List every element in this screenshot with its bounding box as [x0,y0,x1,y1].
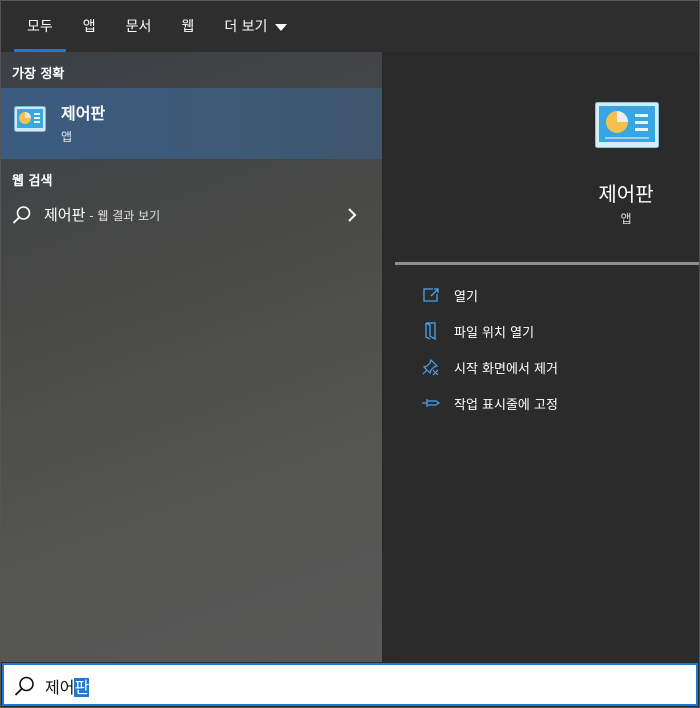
web-search-suffix: - 웹 결과 보기 [85,209,161,223]
unpin-icon [421,357,441,377]
action-label: 시작 화면에서 제거 [454,361,558,377]
search-input[interactable]: 제어판 [45,674,90,698]
action-open-file-location[interactable]: 파일 위치 열기 [421,319,534,343]
tab-label: 문서 [125,19,152,35]
web-search-result[interactable]: 제어판 - 웹 결과 보기 [0,200,382,230]
search-box[interactable]: 제어판 [2,663,698,706]
filter-tabs: 모두 앱 문서 웹 더 보기 [0,0,700,52]
chevron-down-icon [275,23,288,31]
tab-label: 앱 [82,19,96,35]
file-location-icon [421,321,441,341]
divider [395,262,700,265]
web-search-text: 제어판 - 웹 결과 보기 [44,204,160,225]
action-label: 열기 [454,289,478,305]
action-pin-taskbar[interactable]: 작업 표시줄에 고정 [421,391,558,415]
tab-all[interactable]: 모두 [12,0,68,52]
search-typed-text: 제어 [45,678,75,697]
action-unpin-start[interactable]: 시작 화면에서 제거 [421,355,558,379]
tab-label: 웹 [181,19,195,35]
tab-apps[interactable]: 앱 [68,0,111,52]
tab-more[interactable]: 더 보기 [209,0,302,52]
pin-icon [421,393,441,413]
tab-web[interactable]: 웹 [166,0,209,52]
open-icon [421,285,441,305]
control-panel-icon [595,102,659,152]
tab-label: 더 보기 [224,19,268,35]
detail-pane: 제어판 앱 열기 파일 위치 열기 시작 화면에서 제거 작업 표시줄에 고정 [395,66,700,662]
best-match-result[interactable]: 제어판 앱 [0,88,382,159]
web-search-heading: 웹 검색 [12,174,53,189]
detail-subtitle: 앱 [620,212,632,226]
web-search-query: 제어판 [44,206,86,224]
action-open[interactable]: 열기 [421,283,478,307]
search-icon [14,675,36,701]
search-composing-text: 판 [74,678,90,697]
action-label: 작업 표시줄에 고정 [454,397,558,413]
best-match-heading: 가장 정확 [12,67,65,82]
search-icon [12,205,32,229]
detail-title: 제어판 [598,182,654,206]
control-panel-icon [14,106,46,136]
tab-documents[interactable]: 문서 [111,0,167,52]
chevron-right-icon[interactable] [346,207,358,227]
best-match-title: 제어판 [61,104,106,123]
results-pane: 가장 정확 제어판 앱 웹 검색 제어판 - 웹 결과 보기 [0,52,382,662]
best-match-subtitle: 앱 [61,130,73,144]
tab-label: 모두 [27,19,53,35]
action-label: 파일 위치 열기 [454,325,535,341]
